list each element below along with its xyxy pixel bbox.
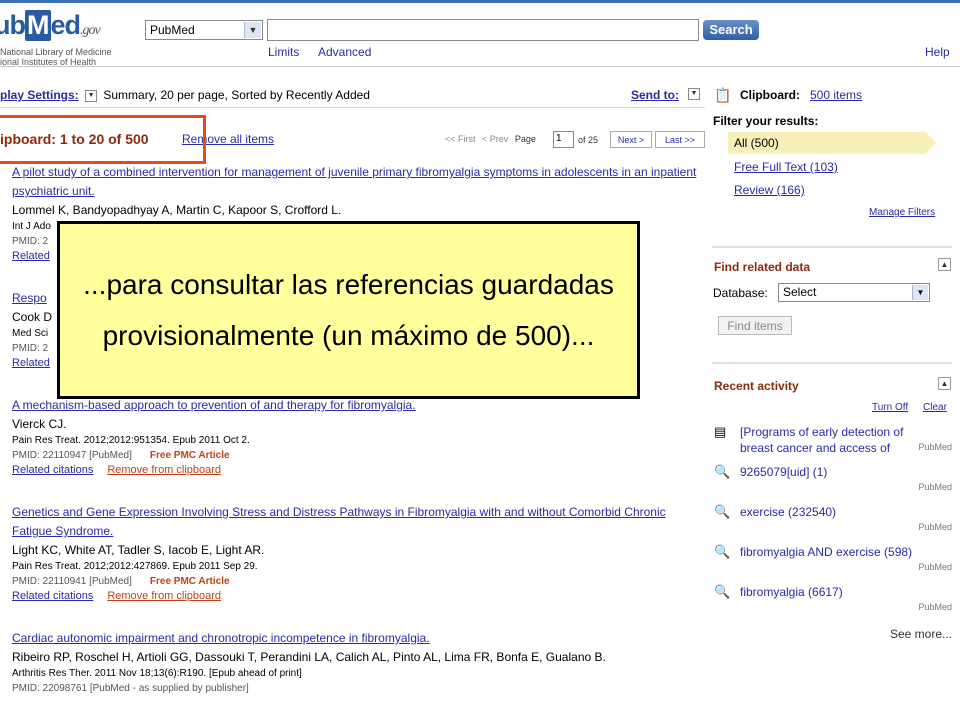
result-title[interactable]: Genetics and Gene Expression Involving S…: [12, 503, 702, 541]
next-page-button[interactable]: Next >: [610, 131, 652, 148]
display-settings-label[interactable]: play Settings:: [0, 88, 79, 102]
result-authors: Lommel K, Bandyopadhyay A, Martin C, Kap…: [12, 203, 342, 217]
page-number-input[interactable]: 1: [553, 131, 574, 148]
collapse-icon[interactable]: ▲: [938, 258, 951, 271]
related-citations-link[interactable]: Related: [12, 250, 50, 262]
recent-activity-title: Recent activity: [714, 379, 799, 393]
result-item: Cardiac autonomic impairment and chronot…: [12, 629, 702, 696]
result-journal: Arthritis Res Ther. 2011 Nov 18;13(6):R1…: [12, 668, 302, 679]
recent-activity-text[interactable]: fibromyalgia (6617): [740, 584, 843, 600]
result-title[interactable]: Cardiac autonomic impairment and chronot…: [12, 629, 702, 648]
search-icon: 🔍: [714, 544, 731, 559]
related-database-select[interactable]: Select ▼: [778, 283, 930, 302]
result-pmid: PMID: 22110947 [PubMed]: [12, 450, 132, 461]
sidebar-divider: [712, 362, 952, 364]
chevron-down-icon[interactable]: ▼: [688, 88, 700, 100]
search-icon: 🔍: [714, 584, 731, 599]
find-related-data-title: Find related data: [714, 260, 811, 274]
remove-from-clipboard-link[interactable]: Remove from clipboard: [107, 590, 221, 602]
clipboard-items-link[interactable]: 500 items: [810, 88, 862, 102]
search-icon: 🔍: [714, 504, 731, 519]
toolbar-divider: [0, 107, 705, 108]
database-label: Database:: [713, 286, 768, 300]
top-bar: [0, 0, 960, 3]
result-journal: Pain Res Treat. 2012;2012:951354. Epub 2…: [12, 435, 250, 446]
search-icon: 🔍: [714, 464, 731, 479]
result-item: Genetics and Gene Expression Involving S…: [12, 503, 702, 604]
advanced-link[interactable]: Advanced: [318, 45, 371, 59]
document-icon: ▤: [714, 424, 727, 439]
database-select[interactable]: PubMed ▼: [145, 20, 263, 40]
result-authors: Ribeiro RP, Roschel H, Artioli GG, Dasso…: [12, 650, 606, 664]
result-item: A mechanism-based approach to prevention…: [12, 396, 702, 478]
display-settings-value: Summary, 20 per page, Sorted by Recently…: [103, 88, 370, 102]
recent-activity-source: PubMed: [918, 482, 952, 492]
free-pmc-article-label: Free PMC Article: [149, 450, 230, 461]
display-settings[interactable]: play Settings: ▼ Summary, 20 per page, S…: [0, 88, 370, 102]
help-link[interactable]: Help: [925, 45, 950, 59]
filter-review[interactable]: Review (166): [734, 183, 805, 197]
recent-activity-source: PubMed: [918, 562, 952, 572]
result-pmid: PMID: 22098761 [PubMed - as supplied by …: [12, 683, 249, 694]
annotation-text: ...para consultar las referencias guarda…: [83, 269, 614, 351]
filter-free-full-text[interactable]: Free Full Text (103): [734, 160, 838, 174]
recent-activity-item[interactable]: 🔍 exercise (232540) PubMed: [712, 504, 952, 534]
recent-activity-text[interactable]: exercise (232540): [740, 504, 836, 520]
nlm-line-1: National Library of Medicine: [0, 47, 112, 57]
recent-activity-item[interactable]: 🔍 fibromyalgia AND exercise (598) PubMed: [712, 544, 952, 574]
sidebar-clipboard-label: Clipboard:: [740, 88, 800, 102]
filter-all-label: All (500): [734, 136, 779, 150]
remove-from-clipboard-link[interactable]: Remove from clipboard: [107, 464, 221, 476]
chevron-down-icon: ▼: [244, 22, 261, 38]
result-pmid: PMID: 22110941 [PubMed]: [12, 576, 132, 587]
search-input[interactable]: [267, 19, 699, 41]
sidebar-divider: [712, 246, 952, 248]
recent-activity-source: PubMed: [918, 442, 952, 452]
related-database-value: Select: [783, 285, 817, 299]
last-page-button[interactable]: Last >>: [655, 131, 705, 148]
limits-link[interactable]: Limits: [268, 45, 299, 59]
recent-activity-source: PubMed: [918, 602, 952, 612]
result-journal: Pain Res Treat. 2012;2012:427869. Epub 2…: [12, 561, 258, 572]
collapse-icon[interactable]: ▲: [938, 377, 951, 390]
recent-activity-text[interactable]: fibromyalgia AND exercise (598): [740, 544, 912, 560]
pager-prev: < Prev: [482, 134, 509, 144]
chevron-down-icon: ▼: [912, 285, 928, 300]
recent-activity-item[interactable]: 🔍 9265079[uid] (1) PubMed: [712, 464, 952, 494]
free-pmc-article-label: Free PMC Article: [149, 576, 230, 587]
result-title[interactable]: A pilot study of a combined intervention…: [12, 163, 702, 201]
logo-mark: ubMed.gov: [0, 10, 101, 41]
related-citations-link[interactable]: Related citations: [12, 464, 93, 476]
filter-all[interactable]: All (500): [728, 132, 936, 154]
turn-off-link[interactable]: Turn Off: [872, 402, 908, 413]
pager-first: << First: [445, 134, 476, 144]
highlight-box: [0, 115, 206, 164]
pager-prev-group: << First < Prev Page: [445, 134, 540, 144]
find-items-button[interactable]: Find items: [718, 316, 792, 335]
annotation-overlay: ...para consultar las referencias guarda…: [57, 221, 640, 399]
filter-results-title: Filter your results:: [713, 114, 819, 128]
recent-activity-text[interactable]: [Programs of early detection of breast c…: [740, 424, 910, 456]
database-select-value: PubMed: [150, 23, 195, 37]
recent-activity-item[interactable]: 🔍 fibromyalgia (6617) PubMed: [712, 584, 952, 614]
pubmed-logo[interactable]: ubMed.gov National Library of Medicine i…: [0, 6, 140, 67]
page-count: of 25: [578, 135, 599, 145]
send-to-link[interactable]: Send to:: [631, 88, 679, 102]
manage-filters-link[interactable]: Manage Filters: [869, 207, 935, 218]
related-citations-link[interactable]: Related: [12, 357, 50, 369]
see-more-link[interactable]: See more...: [890, 627, 952, 641]
chevron-down-icon[interactable]: ▼: [85, 89, 98, 102]
recent-activity-text[interactable]: 9265079[uid] (1): [740, 464, 827, 480]
clear-link[interactable]: Clear: [923, 402, 947, 413]
result-authors: Vierck CJ.: [12, 417, 67, 431]
pager-page-label: Page: [514, 134, 536, 144]
clipboard-icon: 📋: [714, 87, 732, 103]
recent-activity-item[interactable]: ▤ [Programs of early detection of breast…: [712, 424, 952, 458]
related-citations-link[interactable]: Related citations: [12, 590, 93, 602]
header-divider: [0, 66, 960, 67]
logo-gov: .gov: [80, 23, 101, 38]
recent-activity-source: PubMed: [918, 522, 952, 532]
result-authors: Light KC, White AT, Tadler S, Iacob E, L…: [12, 543, 265, 557]
search-button[interactable]: Search: [703, 20, 759, 40]
